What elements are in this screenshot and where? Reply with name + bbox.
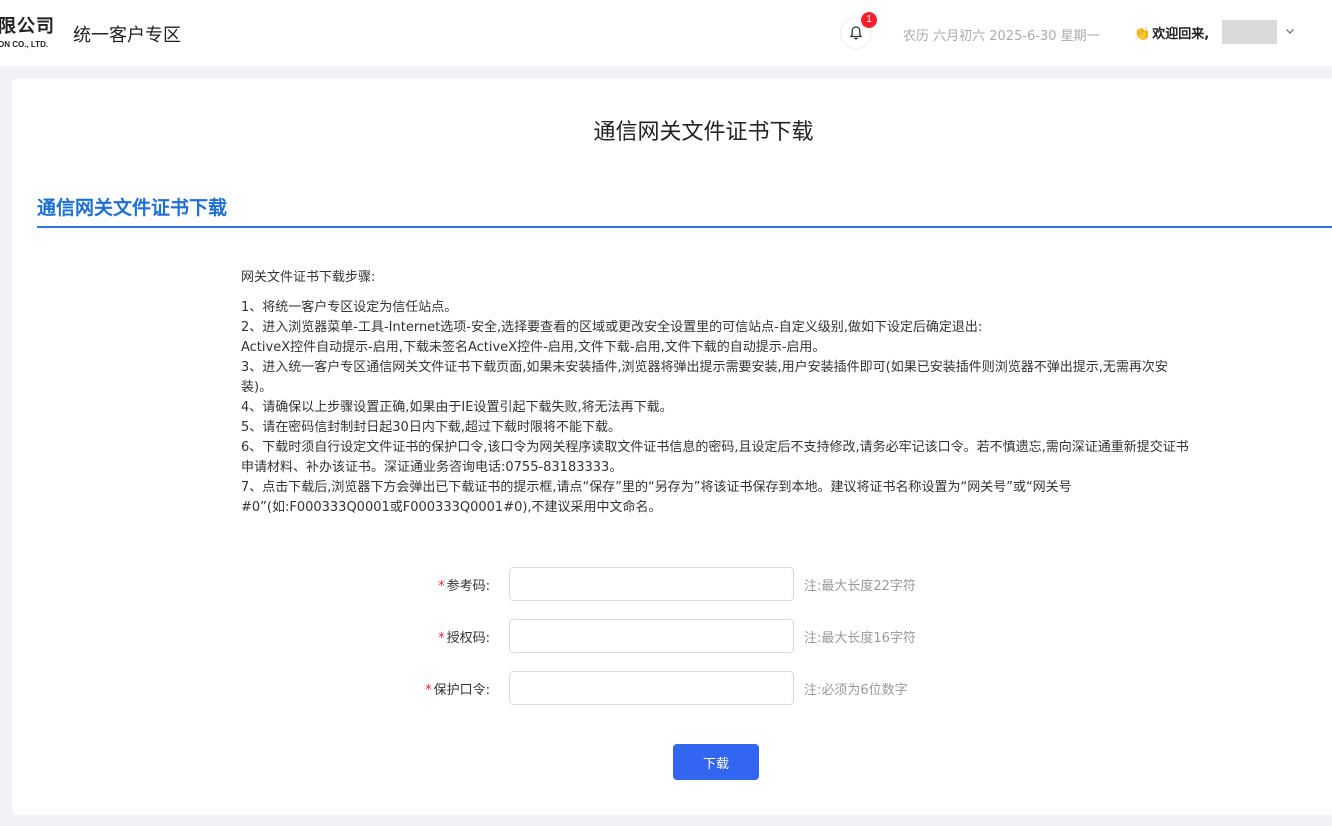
required-mark: *: [425, 683, 432, 698]
download-steps: 网关文件证书下载步骤: 1、将统一客户专区设定为信任站点。 2、进入浏览器菜单-…: [241, 268, 1191, 518]
protect-password-input[interactable]: [509, 671, 794, 705]
protect-password-row: * 保护口令: 注:必须为6位数字: [400, 671, 960, 705]
steps-heading: 网关文件证书下载步骤:: [241, 270, 376, 285]
app-title: 统一客户专区: [73, 25, 181, 46]
section-title: 通信网关文件证书下载: [37, 197, 228, 219]
welcome-text: 👏 欢迎回来,: [1134, 23, 1209, 42]
protect-password-label: * 保护口令:: [425, 683, 490, 698]
reference-code-input[interactable]: [509, 567, 794, 601]
bell-icon: [849, 26, 863, 40]
chevron-down-icon[interactable]: [1284, 25, 1296, 37]
download-button[interactable]: 下载: [673, 744, 759, 780]
section-divider: [37, 226, 1332, 228]
step-item: 2、进入浏览器菜单-工具-Internet选项-安全,选择要查看的区域或更改安全…: [241, 320, 983, 335]
step-item: 7、点击下载后,浏览器下方会弹出已下载证书的提示框,请点“保存”里的“另存为”将…: [241, 480, 1072, 515]
required-mark: *: [438, 631, 445, 646]
clap-icon: 👏: [1134, 27, 1151, 42]
username-redacted[interactable]: [1222, 20, 1277, 44]
auth-code-row: * 授权码: 注:最大长度16字符: [400, 619, 960, 653]
step-item: 5、请在密码信封制封日起30日内下载,超过下载时限将不能下载。: [241, 420, 621, 435]
step-item: 1、将统一客户专区设定为信任站点。: [241, 300, 458, 315]
auth-code-note: 注:最大长度16字符: [804, 631, 916, 646]
step-item: 6、下载时须自行设定文件证书的保护口令,该口令为网关程序读取文件证书信息的密码,…: [241, 440, 1189, 475]
reference-code-label: * 参考码:: [438, 579, 490, 594]
page-title: 通信网关文件证书下载: [593, 120, 814, 145]
step-item: 4、请确保以上步骤设置正确,如果由于IE设置引起下载失败,将无法再下载。: [241, 400, 673, 415]
auth-code-label: * 授权码:: [438, 631, 490, 646]
welcome-label: 欢迎回来,: [1152, 27, 1210, 42]
reference-code-row: * 参考码: 注:最大长度22字符: [400, 567, 960, 601]
auth-code-input[interactable]: [509, 619, 794, 653]
company-logo-text: 限公司: [0, 16, 55, 37]
protect-password-note: 注:必须为6位数字: [804, 683, 908, 698]
step-item: ActiveX控件自动提示-启用,下载未签名ActiveX控件-启用,文件下载-…: [241, 340, 826, 355]
notification-badge: 1: [861, 12, 877, 28]
date-display: 农历 六月初六 2025-6-30 星期一: [903, 29, 1100, 44]
step-item: 3、进入统一客户专区通信网关文件证书下载页面,如果未安装插件,浏览器将弹出提示需…: [241, 360, 1168, 395]
reference-code-note: 注:最大长度22字符: [804, 579, 916, 594]
company-logo-en: ON CO., LTD.: [0, 40, 49, 49]
required-mark: *: [438, 579, 445, 594]
top-header: 限公司 ON CO., LTD. 统一客户专区 1 农历 六月初六 2025-6…: [0, 0, 1332, 66]
